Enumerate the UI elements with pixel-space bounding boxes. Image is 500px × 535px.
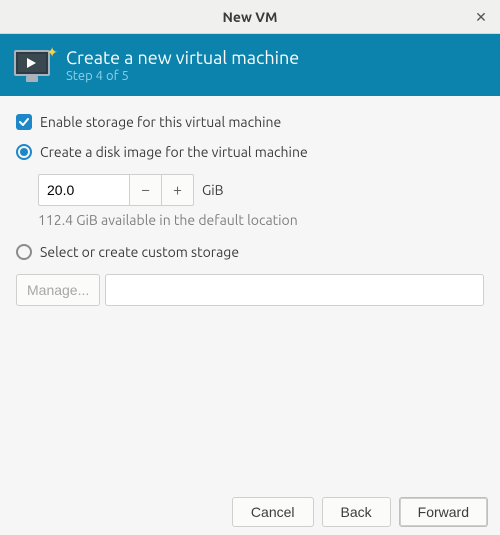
storage-path-input[interactable] bbox=[105, 274, 484, 306]
custom-storage-radio[interactable] bbox=[16, 244, 32, 260]
enable-storage-label: Enable storage for this virtual machine bbox=[40, 114, 281, 130]
increment-button[interactable]: + bbox=[162, 174, 194, 206]
window-title: New VM bbox=[222, 9, 277, 25]
cancel-button[interactable]: Cancel bbox=[232, 497, 314, 527]
forward-button[interactable]: Forward bbox=[399, 497, 488, 527]
disk-size-input[interactable] bbox=[38, 174, 130, 206]
back-button[interactable]: Back bbox=[322, 497, 391, 527]
available-space-hint: 112.4 GiB available in the default locat… bbox=[38, 212, 484, 228]
titlebar: New VM ✕ bbox=[0, 0, 500, 34]
wizard-banner: ✦ Create a new virtual machine Step 4 of… bbox=[0, 34, 500, 96]
content-area: Enable storage for this virtual machine … bbox=[0, 96, 500, 324]
custom-storage-label: Select or create custom storage bbox=[40, 244, 239, 260]
vm-monitor-icon: ✦ bbox=[14, 48, 54, 82]
banner-step: Step 4 of 5 bbox=[66, 69, 299, 83]
decrement-button[interactable]: − bbox=[130, 174, 162, 206]
check-icon bbox=[18, 116, 30, 128]
close-icon[interactable]: ✕ bbox=[472, 8, 490, 26]
footer: Cancel Back Forward bbox=[0, 489, 500, 535]
size-unit-label: GiB bbox=[202, 182, 224, 198]
create-disk-radio[interactable] bbox=[16, 144, 32, 160]
manage-button[interactable]: Manage... bbox=[16, 274, 100, 306]
enable-storage-checkbox[interactable] bbox=[16, 114, 32, 130]
banner-title: Create a new virtual machine bbox=[66, 48, 299, 68]
create-disk-label: Create a disk image for the virtual mach… bbox=[40, 144, 308, 160]
